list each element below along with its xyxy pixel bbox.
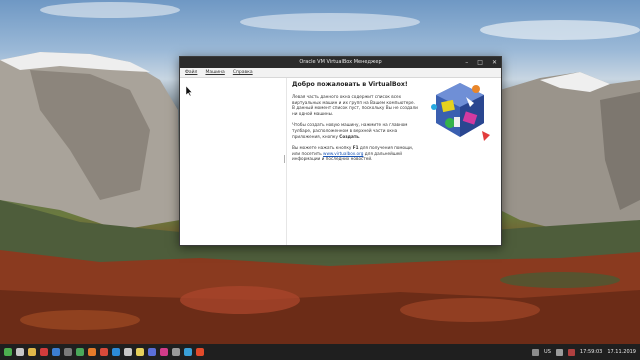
keyboard-layout[interactable]: US	[544, 349, 551, 355]
pane-splitter-handle[interactable]	[284, 155, 285, 163]
app-icon-3[interactable]	[64, 348, 72, 356]
menu-machine[interactable]: Машина	[205, 70, 224, 75]
create-keyword: Создать	[339, 133, 359, 139]
welcome-paragraph-1: Левая часть данного окна содержит список…	[292, 94, 418, 116]
app-icon-10[interactable]	[160, 348, 168, 356]
virtualbox-taskbar-icon[interactable]	[184, 348, 192, 356]
browser-icon[interactable]	[88, 348, 96, 356]
file-manager-icon[interactable]	[28, 348, 36, 356]
app-icon-5[interactable]	[100, 348, 108, 356]
welcome-paragraph-3: Вы можете нажать кнопку F1 для получения…	[292, 145, 418, 162]
notification-icon[interactable]	[567, 348, 575, 356]
clock-date[interactable]: 17.11.2019	[607, 349, 636, 355]
virtualbox-website-link[interactable]: www.virtualbox.org	[323, 151, 363, 156]
window-title: Oracle VM VirtualBox Менеджер	[299, 59, 382, 65]
app-icon-6[interactable]	[112, 348, 120, 356]
welcome-paragraph-3-text: Вы можете нажать кнопку	[292, 145, 353, 151]
app-icon-2[interactable]	[52, 348, 60, 356]
vm-list-pane[interactable]	[180, 78, 287, 245]
app-icon-9[interactable]	[148, 348, 156, 356]
menu-help[interactable]: Справка	[233, 70, 253, 75]
start-menu-icon[interactable]	[4, 348, 12, 356]
network-icon[interactable]	[532, 348, 540, 356]
app-icon-4[interactable]	[76, 348, 84, 356]
app-icon-7[interactable]	[124, 348, 132, 356]
menu-file[interactable]: Файл	[185, 70, 197, 75]
window-titlebar[interactable]: Oracle VM VirtualBox Менеджер – □ ✕	[180, 57, 501, 68]
show-desktop-icon[interactable]	[16, 348, 24, 356]
minimize-icon[interactable]: –	[465, 57, 468, 68]
maximize-icon[interactable]: □	[477, 57, 483, 68]
mouse-cursor-icon	[186, 86, 193, 96]
app-icon-8[interactable]	[136, 348, 144, 356]
close-icon[interactable]: ✕	[492, 57, 497, 68]
clock-time[interactable]: 17:59:03	[580, 349, 602, 355]
system-tray: US 17:59:03 17.11.2019	[532, 344, 636, 360]
volume-icon[interactable]	[555, 348, 563, 356]
welcome-paragraph-2-end: .	[358, 133, 361, 139]
virtualbox-manager-window[interactable]: Oracle VM VirtualBox Менеджер – □ ✕ Файл…	[179, 56, 502, 246]
app-icon-1[interactable]	[40, 348, 48, 356]
welcome-paragraph-2: Чтобы создать новую машину, нажмите на г…	[292, 122, 418, 139]
virtualbox-logo-icon	[431, 83, 490, 141]
app-icon-12[interactable]	[196, 348, 204, 356]
desktop-wallpaper: Oracle VM VirtualBox Менеджер – □ ✕ Файл…	[0, 0, 640, 360]
taskbar: US 17:59:03 17.11.2019	[0, 344, 640, 360]
app-icon-11[interactable]	[172, 348, 180, 356]
